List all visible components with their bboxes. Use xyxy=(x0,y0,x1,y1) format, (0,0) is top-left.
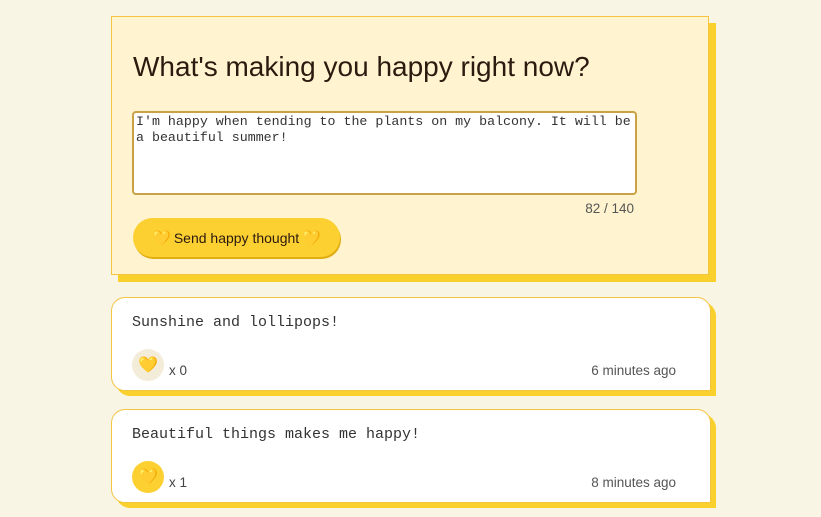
like-count: x 0 xyxy=(169,363,188,378)
happy-thought-form: What's making you happy right now? I'm h… xyxy=(111,16,709,275)
thought-card: Beautiful things makes me happy! 💛 x 1 8… xyxy=(111,409,711,503)
like-button[interactable]: 💛 xyxy=(132,461,164,493)
thought-card: Sunshine and lollipops! 💛 x 0 6 minutes … xyxy=(111,297,711,391)
yellow-heart-icon: 💛 xyxy=(302,229,321,247)
like-button[interactable]: 💛 xyxy=(132,349,164,381)
thought-input[interactable]: I'm happy when tending to the plants on … xyxy=(132,111,637,195)
thought-timestamp: 6 minutes ago xyxy=(591,363,676,378)
form-title: What's making you happy right now? xyxy=(133,51,590,82)
yellow-heart-icon: 💛 xyxy=(138,357,158,374)
thought-timestamp: 8 minutes ago xyxy=(591,475,676,490)
thought-message: Sunshine and lollipops! xyxy=(132,314,340,331)
character-counter: 82 / 140 xyxy=(585,201,634,216)
yellow-heart-icon: 💛 xyxy=(152,229,171,247)
yellow-heart-icon: 💛 xyxy=(138,469,158,486)
send-button-label: Send happy thought xyxy=(173,229,300,246)
like-count: x 1 xyxy=(169,475,188,490)
thought-message: Beautiful things makes me happy! xyxy=(132,426,421,443)
send-happy-thought-button[interactable]: 💛 Send happy thought 💛 xyxy=(133,218,340,257)
